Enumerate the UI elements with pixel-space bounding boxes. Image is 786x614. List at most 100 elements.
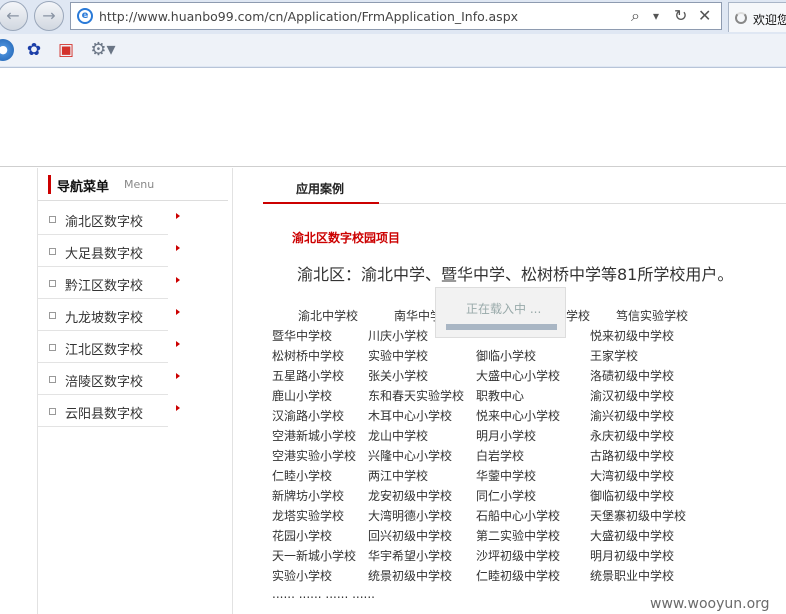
loading-popup: 正在载入中 ...: [435, 287, 566, 338]
school-name: 古路初级中学校: [590, 449, 675, 463]
expand-box-icon: [49, 344, 56, 351]
school-name: 花园小学校: [272, 529, 333, 543]
school-name: 大湾明德小学校: [368, 509, 453, 523]
project-summary: 渝北区：渝北中学、暨华中学、松树桥中学等81所学校用户。: [297, 265, 734, 284]
address-bar[interactable]: e http://www.huanbo99.com/cn/Application…: [70, 2, 722, 30]
school-name: 洛碛初级中学校: [590, 369, 675, 383]
loading-bar: [446, 324, 557, 330]
school-name: 龙山中学校: [368, 429, 429, 443]
command-bar: ● ✿ ▣ ⚙▾: [0, 34, 786, 66]
tab-label: 应用案例: [296, 182, 345, 196]
sidebar-item-label: 黔江区数字校: [65, 279, 144, 294]
sidebar-item[interactable]: 涪陵区数字校: [38, 363, 180, 395]
address-url[interactable]: http://www.huanbo99.com/cn/Application/F…: [99, 9, 518, 24]
sidebar-item-label: 九龙坡数字校: [65, 311, 144, 326]
refresh-icon[interactable]: ↻: [674, 6, 687, 25]
sidebar-item-label: 大足县数字校: [65, 247, 144, 262]
school-name: 石船中心小学校: [476, 509, 561, 523]
school-name: 五星路小学校: [272, 369, 345, 383]
school-name: 新牌坊小学校: [272, 489, 345, 503]
school-name: 龙塔实验学校: [272, 509, 345, 523]
school-name: 渝北中学校: [298, 309, 359, 323]
search-icon[interactable]: ⌕: [631, 6, 640, 26]
loading-spinner-icon: [735, 12, 747, 24]
sidebar-item[interactable]: 黔江区数字校: [38, 267, 180, 299]
school-name: 华宇希望小学校: [368, 549, 453, 563]
watermark: www.wooyun.org: [650, 596, 770, 612]
stop-icon[interactable]: ✕: [698, 6, 711, 25]
forward-button[interactable]: →: [34, 1, 64, 31]
expand-box-icon: [49, 312, 56, 319]
sidebar-item[interactable]: 大足县数字校: [38, 235, 180, 267]
school-name: 松树桥中学校: [272, 349, 345, 363]
school-name: 大湾初级中学校: [590, 469, 675, 483]
school-name: 空港实验小学校: [272, 449, 357, 463]
school-name: 天一新城小学校: [272, 549, 357, 563]
school-name: 仁睦初级中学校: [476, 569, 561, 583]
sidebar-item[interactable]: 江北区数字校: [38, 331, 180, 363]
school-name: 学校: [566, 309, 591, 323]
school-name: 实验中学校: [368, 349, 429, 363]
school-name: 白岩学校: [476, 449, 525, 463]
loading-text: 正在载入中 ...: [466, 302, 542, 316]
school-name: 悦来中心小学校: [476, 409, 561, 423]
school-name: 同仁小学校: [476, 489, 537, 503]
school-name: 两江中学校: [368, 469, 429, 483]
school-name: 汉渝路小学校: [272, 409, 345, 423]
arrow-right-icon: [176, 373, 180, 379]
more-ellipsis: ...... ...... ...... ......: [272, 587, 375, 601]
school-name: 川庆小学校: [368, 329, 429, 343]
project-title: 渝北区数字校园项目: [292, 231, 401, 245]
sidebar-item[interactable]: 云阳县数字校: [38, 395, 180, 427]
school-name: 王家学校: [590, 349, 639, 363]
sidebar-item[interactable]: 渝北区数字校: [38, 203, 180, 235]
school-name: 天堡寨初级中学校: [590, 509, 687, 523]
school-name: 大盛初级中学校: [590, 529, 675, 543]
tab-title: 欢迎您: [753, 13, 786, 27]
arrow-right-icon: [176, 213, 180, 219]
school-name: 木耳中心小学校: [368, 409, 453, 423]
back-button[interactable]: ←: [0, 1, 28, 31]
forward-arrow-icon: →: [42, 6, 56, 25]
ie-icon: e: [77, 8, 93, 24]
arrow-right-icon: [176, 405, 180, 411]
header-divider: [0, 166, 786, 167]
menu-accent-bar: [48, 175, 51, 194]
school-name: 御临初级中学校: [590, 489, 675, 503]
school-name: 龙安初级中学校: [368, 489, 453, 503]
arrow-right-icon: [176, 309, 180, 315]
school-name: 明月小学校: [476, 429, 537, 443]
school-name: 悦来初级中学校: [590, 329, 675, 343]
sidebar-item-label: 渝北区数字校: [65, 215, 144, 230]
school-name: 渝汉初级中学校: [590, 389, 675, 403]
expand-box-icon: [49, 280, 56, 287]
globe-icon[interactable]: ●: [0, 39, 14, 61]
menu-title: 导航菜单: [57, 180, 110, 195]
school-name: 实验小学校: [272, 569, 333, 583]
dropdown-icon[interactable]: ▾: [653, 9, 659, 23]
back-arrow-icon: ←: [6, 6, 20, 25]
gear-icon[interactable]: ⚙▾: [86, 39, 120, 61]
expand-box-icon: [49, 216, 56, 223]
expand-box-icon: [49, 408, 56, 415]
school-name: 空港新城小学校: [272, 429, 357, 443]
browser-chrome: ← → e http://www.huanbo99.com/cn/Applica…: [0, 0, 786, 68]
school-name: 暨华中学校: [272, 329, 333, 343]
content-tab-bar: 应用案例: [263, 168, 786, 204]
browser-tab[interactable]: 欢迎您: [728, 2, 786, 32]
arrow-right-icon: [176, 277, 180, 283]
sidebar-item[interactable]: 九龙坡数字校: [38, 299, 180, 331]
school-name: 华蓥中学校: [476, 469, 537, 483]
school-name: 兴隆中心小学校: [368, 449, 453, 463]
school-name: 统景职业中学校: [590, 569, 675, 583]
gift-icon[interactable]: ▣: [55, 39, 77, 61]
sidebar-item-label: 云阳县数字校: [65, 407, 144, 422]
sidebar-item-label: 江北区数字校: [65, 343, 144, 358]
expand-box-icon: [49, 248, 56, 255]
menu-divider: [38, 200, 228, 201]
school-name: 沙坪初级中学校: [476, 549, 561, 563]
school-name: 笃信实验学校: [616, 309, 689, 323]
tab-application-cases[interactable]: 应用案例: [263, 168, 379, 204]
arrow-right-icon: [176, 341, 180, 347]
baidu-paw-icon[interactable]: ✿: [22, 39, 46, 61]
